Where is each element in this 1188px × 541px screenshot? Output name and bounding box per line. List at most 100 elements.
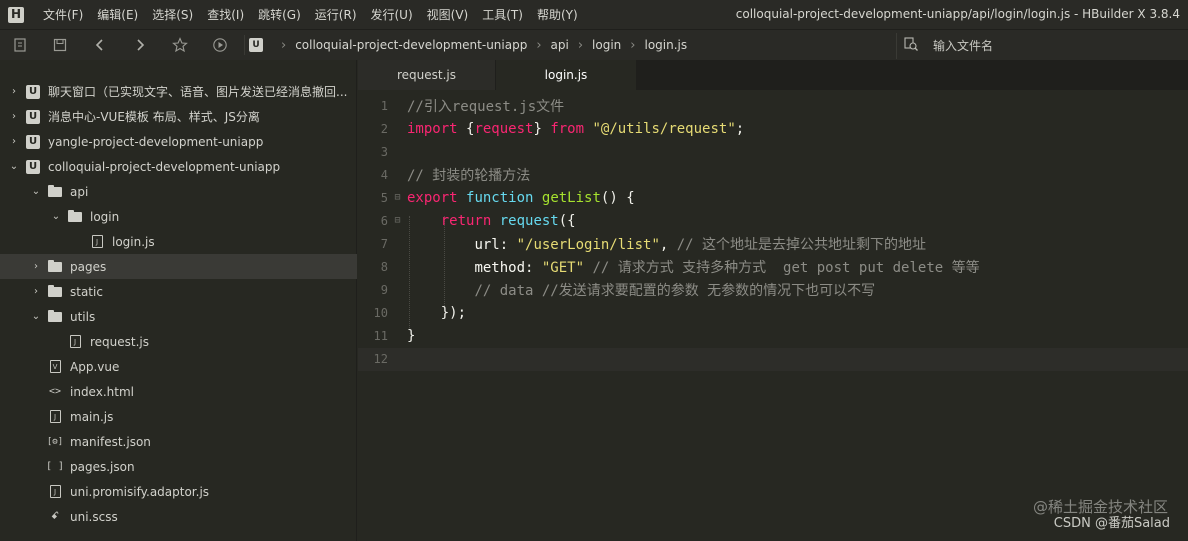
chevron-right-icon[interactable]: › xyxy=(30,286,42,297)
watermark-csdn: CSDN @番茄Salad xyxy=(1053,516,1170,531)
code-line[interactable]: 3 xyxy=(358,140,1188,163)
menu-item[interactable]: 运行(R) xyxy=(308,6,364,23)
breadcrumb-file[interactable]: login.js xyxy=(644,38,687,52)
back-icon[interactable] xyxy=(80,30,120,60)
forward-icon[interactable] xyxy=(120,30,160,60)
tree-item[interactable]: › U 聊天窗口（已实现文字、语音、图片发送已经消息撤回... xyxy=(0,79,357,104)
folder-icon xyxy=(48,284,62,299)
tree-item[interactable]: Jlogin.js xyxy=(0,229,357,254)
tree-item[interactable]: [⚙] manifest.json xyxy=(0,429,357,454)
breadcrumb-api[interactable]: api xyxy=(551,38,569,52)
tree-item-label: App.vue xyxy=(70,359,120,374)
tree-item[interactable]: › static xyxy=(0,279,357,304)
tree-item[interactable]: Juni.promisify.adaptor.js xyxy=(0,479,357,504)
code-text: }); xyxy=(407,305,466,321)
tree-item[interactable]: › U 消息中心-VUE模板 布局、样式、JS分离 xyxy=(0,104,357,129)
tree-item-label: login xyxy=(90,209,120,224)
code-line[interactable]: 6 ⊟ return request({ xyxy=(358,209,1188,232)
menu-item[interactable]: 帮助(Y) xyxy=(530,6,585,23)
chevron-right-icon[interactable]: › xyxy=(8,86,20,97)
chevron-down-icon[interactable]: ⌄ xyxy=(8,161,20,172)
code-line[interactable]: 4 // 封装的轮播方法 xyxy=(358,163,1188,186)
tree-item-label: login.js xyxy=(112,234,155,249)
tree-item[interactable]: [ ] pages.json xyxy=(0,454,357,479)
code-line[interactable]: 12 xyxy=(358,347,1188,370)
new-file-icon[interactable] xyxy=(0,30,40,60)
folder-icon xyxy=(48,184,62,199)
code-token: request xyxy=(474,120,534,137)
menu-bar: 文件(F)编辑(E)选择(S)查找(I)跳转(G)运行(R)发行(U)视图(V)… xyxy=(0,0,1188,29)
toolbar: U › colloquial-project-development-uniap… xyxy=(0,29,1188,60)
code-text: url: "/userLogin/list", // 这个地址是去掉公共地址剩下… xyxy=(407,234,926,254)
chevron-down-icon[interactable]: ⌄ xyxy=(50,211,62,222)
tab-request-js[interactable]: request.js xyxy=(358,60,496,90)
code-line[interactable]: 9 // data //发送请求要配置的参数 无参数的情况下也可以不写 xyxy=(358,278,1188,301)
tree-item[interactable]: Jrequest.js xyxy=(0,329,357,354)
menu-item[interactable]: 工具(T) xyxy=(475,6,530,23)
code-line[interactable]: 1 //引入request.js文件 xyxy=(358,94,1188,117)
code-line[interactable]: 8 method: "GET" // 请求方式 支持多种方式 get post … xyxy=(358,255,1188,278)
code-token: , xyxy=(659,236,677,253)
menu-item[interactable]: 选择(S) xyxy=(145,6,200,23)
tree-item[interactable]: ⌄ utils xyxy=(0,304,357,329)
menu-item[interactable]: 跳转(G) xyxy=(251,6,308,23)
code-editor[interactable]: 1 //引入request.js文件 2 import {request} from … xyxy=(358,90,1188,541)
fold-toggle-icon[interactable]: ⊟ xyxy=(388,215,407,226)
tree-item[interactable]: ⌄ login xyxy=(0,204,357,229)
file-search-input[interactable] xyxy=(933,39,1173,53)
js-file-icon: J xyxy=(68,335,82,349)
star-icon[interactable] xyxy=(160,30,200,60)
chevron-down-icon[interactable]: ⌄ xyxy=(30,186,42,197)
line-number: 11 xyxy=(373,328,388,343)
tree-item[interactable]: ꗃ uni.scss xyxy=(0,504,357,529)
menu-item[interactable]: 发行(U) xyxy=(364,6,420,23)
tree-item[interactable]: › pages xyxy=(0,254,357,279)
menu-item[interactable]: 文件(F) xyxy=(36,6,90,23)
tree-item[interactable]: <> index.html xyxy=(0,379,357,404)
code-line[interactable]: 7 url: "/userLogin/list", // 这个地址是去掉公共地址… xyxy=(358,232,1188,255)
code-text: //引入request.js文件 xyxy=(407,96,564,116)
js-file-shape: J xyxy=(69,335,81,348)
code-token: : xyxy=(525,259,542,276)
code-line[interactable]: 10 }); xyxy=(358,301,1188,324)
tab-label: login.js xyxy=(544,68,588,82)
chevron-right-icon[interactable]: › xyxy=(8,136,20,147)
code-token: { xyxy=(457,120,475,137)
js-file-shape: J xyxy=(49,485,61,498)
code-line[interactable]: 5 ⊟ export function getList() { xyxy=(358,186,1188,209)
tab-login-js[interactable]: login.js xyxy=(496,60,636,90)
menu-item[interactable]: 查找(I) xyxy=(200,6,251,23)
chevron-down-icon[interactable]: ⌄ xyxy=(30,311,42,322)
folder-shape xyxy=(48,184,62,197)
menu-item[interactable]: 编辑(E) xyxy=(90,6,145,23)
tree-item[interactable]: V App.vue xyxy=(0,354,357,379)
run-icon[interactable] xyxy=(200,30,240,60)
js-file-icon: J xyxy=(48,410,62,424)
code-token: return xyxy=(440,212,492,229)
chevron-right-icon[interactable]: › xyxy=(30,261,42,272)
chevron-right-icon[interactable]: › xyxy=(8,111,20,122)
code-text: export function getList() { xyxy=(407,190,635,206)
tree-item[interactable]: ⌄ Ucolloquial-project-development-uniapp xyxy=(0,154,357,179)
code-token: // 请求方式 支持多种方式 get post put delete 等等 xyxy=(592,259,980,276)
vue-file-shape: V xyxy=(49,360,61,373)
tree-item[interactable]: › Uyangle-project-development-uniapp xyxy=(0,129,357,154)
tree-item[interactable]: ⌄ api xyxy=(0,179,357,204)
breadcrumb: U › colloquial-project-development-uniap… xyxy=(249,38,687,53)
code-token: import xyxy=(407,120,458,137)
code-line[interactable]: 2 import {request} from "@/utils/request"… xyxy=(358,117,1188,140)
line-number: 6 xyxy=(380,213,388,228)
tree-item-label: utils xyxy=(70,309,96,324)
code-token: // 封装的轮播方法 xyxy=(407,167,531,184)
fold-toggle-icon[interactable]: ⊟ xyxy=(388,192,407,203)
code-token: : xyxy=(499,236,517,253)
code-line[interactable]: 11} xyxy=(358,324,1188,347)
save-icon[interactable] xyxy=(40,30,80,60)
breadcrumb-project[interactable]: colloquial-project-development-uniapp xyxy=(295,38,527,52)
breadcrumb-login[interactable]: login xyxy=(592,38,621,52)
tree-item[interactable]: Jmain.js xyxy=(0,404,357,429)
menu-item[interactable]: 视图(V) xyxy=(420,6,476,23)
